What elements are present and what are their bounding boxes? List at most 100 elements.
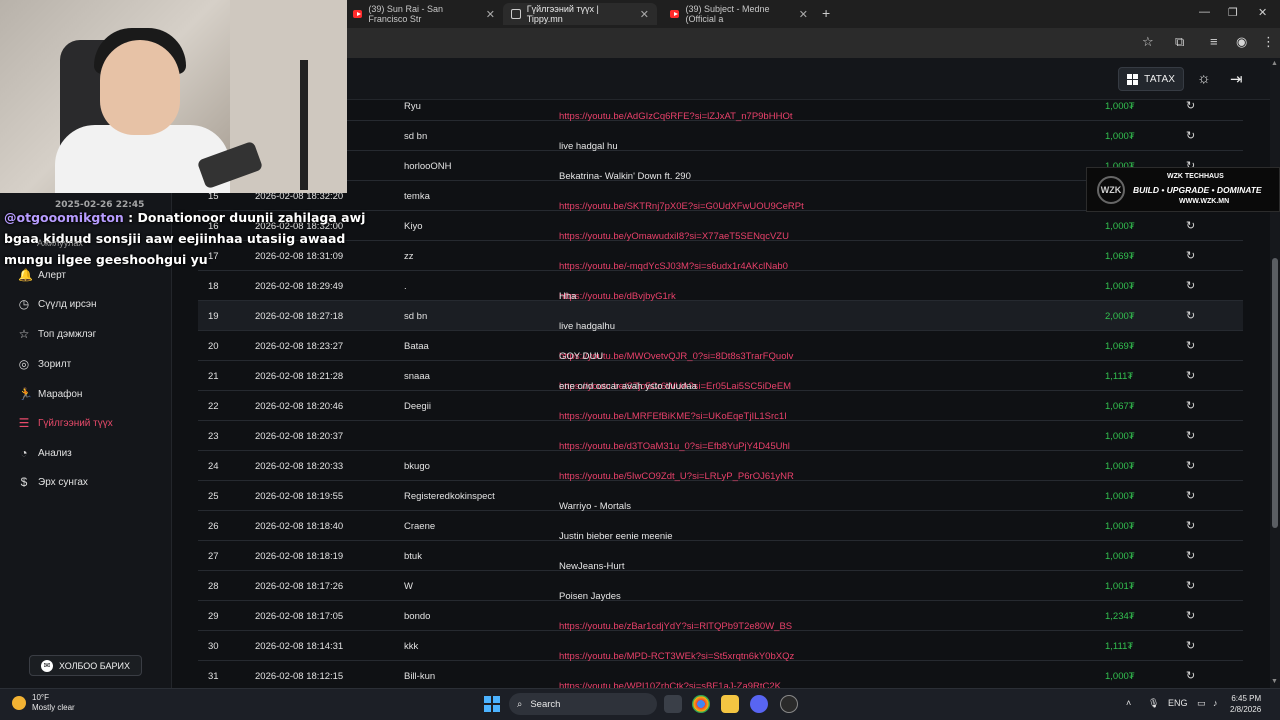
row-number: 19 (208, 311, 219, 322)
windows-start-icon[interactable] (484, 696, 500, 712)
row-link[interactable]: https://youtu.be/WPI10ZrhCtk?si=sBF1aJ-Z… (559, 681, 786, 688)
scroll-up-arrow-icon[interactable]: ▲ (1271, 60, 1278, 67)
replay-icon[interactable]: ↻ (1186, 519, 1195, 532)
chrome-icon[interactable] (692, 695, 710, 713)
row-sender: Kiyo (404, 221, 423, 232)
file-explorer-icon[interactable] (721, 695, 739, 713)
network-icon[interactable]: ▭ (1197, 698, 1206, 709)
tab-subject[interactable]: (39) Subject - Medne (Official a ✕ (662, 3, 816, 25)
row-amount: 1,001₮ (1105, 581, 1135, 592)
logout-icon[interactable]: ⇥ (1230, 70, 1243, 88)
row-date: 2026-02-08 18:17:26 (255, 581, 344, 592)
replay-icon[interactable]: ↻ (1186, 489, 1195, 502)
row-number: 29 (208, 611, 219, 622)
youtube-icon (353, 10, 363, 18)
search-label: Search (530, 698, 561, 710)
sidebar-item[interactable]: 🏃 Марафон (18, 387, 82, 401)
reading-list-icon[interactable]: ≡ (1210, 34, 1218, 49)
replay-icon[interactable]: ↻ (1186, 669, 1195, 682)
tab-tippy[interactable]: Гүйлгээний түүх | Tippy.mn ✕ (503, 3, 657, 25)
taskbar-clock[interactable]: 6:45 PM 2/8/2026 (1230, 693, 1261, 715)
sidebar-item-label: Алерт (38, 269, 66, 281)
language-indicator[interactable]: ENG (1168, 698, 1188, 708)
maximize-button[interactable]: ❐ (1228, 6, 1238, 19)
chat-username: @otgooomikgton (4, 210, 124, 225)
table-row: sd bn live hadgal hu 1,000₮ ↻ (198, 121, 1243, 152)
theme-toggle-sun-icon[interactable]: ☼ (1197, 70, 1211, 87)
tab-sun-rai[interactable]: (39) Sun Rai - San Francisco Str ✕ (345, 3, 503, 25)
sponsor-slogan: BUILD • UPGRADE • DOMINATE (1133, 185, 1262, 195)
tippy-icon (511, 9, 521, 19)
sidebar-item[interactable]: 🔔 Алерт (18, 268, 66, 282)
weather-widget[interactable]: 10°F Mostly clear (12, 693, 75, 713)
webcam-mic-arm (300, 60, 308, 190)
youtube-icon (670, 10, 680, 18)
download-button[interactable]: ТАТАХ (1118, 67, 1184, 91)
sidebar-item[interactable]: $ Эрх сунгах (18, 475, 88, 489)
runner-icon: 🏃 (18, 387, 33, 401)
row-number: 22 (208, 401, 219, 412)
profile-icon[interactable]: ◉ (1236, 34, 1247, 50)
task-view-icon[interactable] (664, 695, 682, 713)
scrollbar-thumb[interactable] (1272, 258, 1278, 528)
row-amount: 1,000₮ (1105, 671, 1135, 682)
menu-kebab-icon[interactable]: ⋮ (1262, 34, 1275, 50)
minimize-button[interactable]: — (1199, 6, 1210, 18)
bookmark-star-icon[interactable]: ☆ (1142, 34, 1154, 50)
replay-icon[interactable]: ↻ (1186, 309, 1195, 322)
sidebar-item-label: Анализ (38, 447, 72, 459)
table-row: 31 2026-02-08 18:12:15 Bill-kun https://you… (198, 661, 1243, 688)
replay-icon[interactable]: ↻ (1186, 339, 1195, 352)
table-row: 21 2026-02-08 18:21:28 snaaa https://youtu.… (198, 361, 1243, 392)
row-sender: Bataa (404, 341, 429, 352)
replay-icon[interactable]: ↻ (1186, 549, 1195, 562)
row-date: 2026-02-08 18:23:27 (255, 341, 344, 352)
row-sender: W (404, 581, 413, 592)
obs-icon[interactable] (780, 695, 798, 713)
discord-icon[interactable] (750, 695, 768, 713)
sidebar-item[interactable]: ◎ Зорилт (18, 357, 71, 371)
chat-text: : Donationoor duunii zahilaga awj (123, 210, 366, 225)
row-number: 23 (208, 431, 219, 442)
contact-button[interactable]: ✉ ХОЛБОО БАРИХ (29, 655, 142, 676)
table-row: 22 2026-02-08 18:20:46 Deegii https://youtu… (198, 391, 1243, 422)
replay-icon[interactable]: ↻ (1186, 219, 1195, 232)
new-tab-button[interactable]: + (822, 5, 830, 21)
volume-icon[interactable]: ♪ (1213, 698, 1218, 708)
sidebar-item[interactable]: ◷ Сүүлд ирсэн (18, 297, 97, 311)
replay-icon[interactable]: ↻ (1186, 369, 1195, 382)
replay-icon[interactable]: ↻ (1186, 459, 1195, 472)
row-amount: 1,000₮ (1105, 281, 1135, 292)
row-date: 2026-02-08 18:18:40 (255, 521, 344, 532)
row-sender: kkk (404, 641, 419, 652)
replay-icon[interactable]: ↻ (1186, 609, 1195, 622)
close-icon[interactable]: ✕ (799, 8, 808, 21)
replay-icon[interactable]: ↻ (1186, 639, 1195, 652)
replay-icon[interactable]: ↻ (1186, 129, 1195, 142)
row-number: 25 (208, 491, 219, 502)
replay-icon[interactable]: ↻ (1186, 399, 1195, 412)
row-date: 2026-02-08 18:12:15 (255, 671, 344, 682)
row-amount: 1,111₮ (1105, 641, 1134, 652)
scroll-down-arrow-icon[interactable]: ▼ (1271, 678, 1278, 685)
replay-icon[interactable]: ↻ (1186, 279, 1195, 292)
replay-icon[interactable]: ↻ (1186, 429, 1195, 442)
row-date: 2026-02-08 18:18:19 (255, 551, 344, 562)
replay-icon[interactable]: ↻ (1186, 579, 1195, 592)
replay-icon[interactable]: ↻ (1186, 100, 1195, 112)
close-icon[interactable]: ✕ (640, 8, 649, 21)
tray-overflow-icon[interactable]: ˄ (1126, 698, 1131, 708)
close-icon[interactable]: ✕ (486, 8, 495, 21)
replay-icon[interactable]: ↻ (1186, 249, 1195, 262)
microphone-icon[interactable]: 🎙 (1148, 698, 1159, 709)
sidebar-item[interactable]: ☆ Топ дэмжлэг (18, 327, 97, 341)
sidebar-item[interactable]: ◔ Анализ (18, 446, 72, 460)
sidebar-item[interactable]: ☰ Гүйлгээний түүх (18, 416, 113, 430)
window-close-button[interactable]: ✕ (1258, 6, 1267, 19)
taskbar-search[interactable]: ⌕ Search (509, 693, 657, 715)
messenger-icon: ✉ (40, 659, 53, 672)
extensions-icon[interactable]: ⧉ (1175, 34, 1184, 50)
tab-title: Гүйлгээний түүх | Tippy.mn (526, 4, 599, 24)
sidebar-item-label: Эрх сунгах (38, 476, 88, 488)
row-amount: 1,000₮ (1105, 431, 1135, 442)
